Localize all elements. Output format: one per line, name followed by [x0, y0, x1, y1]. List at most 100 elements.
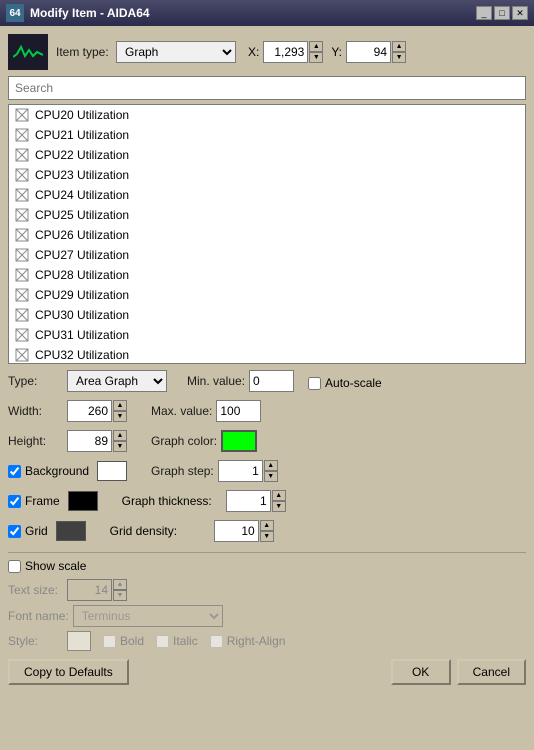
height-input[interactable] [67, 430, 112, 452]
frame-color-swatch[interactable] [68, 491, 98, 511]
y-spinner[interactable]: ▲ ▼ [346, 41, 406, 63]
list-item[interactable]: CPU20 Utilization [9, 105, 525, 125]
height-graphcolor-row: Height: ▲ ▼ Graph color: [8, 430, 526, 456]
min-value-label: Min. value: [187, 374, 245, 388]
item-label: CPU32 Utilization [35, 348, 129, 362]
font-name-label: Font name: [8, 609, 69, 623]
height-up-button[interactable]: ▲ [113, 430, 127, 441]
max-value-form-row: Max. value: [151, 400, 261, 422]
auto-scale-checkbox[interactable] [308, 377, 321, 390]
list-item[interactable]: CPU31 Utilization [9, 325, 525, 345]
list-item[interactable]: CPU25 Utilization [9, 205, 525, 225]
list-item[interactable]: CPU23 Utilization [9, 165, 525, 185]
graph-thickness-down-button[interactable]: ▼ [272, 501, 286, 512]
title-bar-left: 64 Modify Item - AIDA64 [6, 4, 150, 22]
grid-density-down-button[interactable]: ▼ [260, 531, 274, 542]
item-type-dropdown[interactable]: Graph Sensor Label [116, 41, 236, 63]
italic-checkbox [156, 635, 169, 648]
list-item[interactable]: CPU21 Utilization [9, 125, 525, 145]
list-item[interactable]: CPU27 Utilization [9, 245, 525, 265]
bold-checkbox-label: Bold [103, 634, 144, 648]
x-down-button[interactable]: ▼ [309, 52, 323, 63]
x-input[interactable] [263, 41, 308, 63]
title-bar-controls[interactable]: _ □ ✕ [476, 6, 528, 20]
width-maxval-row: Width: ▲ ▼ Max. value: [8, 400, 526, 426]
font-name-row: Font name: Terminus [8, 605, 526, 627]
list-item[interactable]: CPU22 Utilization [9, 145, 525, 165]
cancel-button[interactable]: Cancel [457, 659, 526, 685]
grid-density-up-button[interactable]: ▲ [260, 520, 274, 531]
height-down-button[interactable]: ▼ [113, 441, 127, 452]
main-window: Item type: Graph Sensor Label X: ▲ ▼ Y: … [0, 26, 534, 750]
separator [8, 552, 526, 553]
height-form-row: Height: ▲ ▼ [8, 430, 127, 452]
title-bar: 64 Modify Item - AIDA64 _ □ ✕ [0, 0, 534, 26]
search-input[interactable] [8, 76, 526, 100]
width-down-button[interactable]: ▼ [113, 411, 127, 422]
width-input[interactable] [67, 400, 112, 422]
background-graphstep-row: Background Graph step: ▲ ▼ [8, 460, 526, 486]
maximize-button[interactable]: □ [494, 6, 510, 20]
grid-checkbox-label[interactable]: Grid [8, 524, 48, 538]
width-up-button[interactable]: ▲ [113, 400, 127, 411]
list-item[interactable]: CPU28 Utilization [9, 265, 525, 285]
minimize-button[interactable]: _ [476, 6, 492, 20]
ok-button[interactable]: OK [391, 659, 451, 685]
graph-step-spinner[interactable]: ▲ ▼ [218, 460, 278, 482]
grid-density-spinner[interactable]: ▲ ▼ [214, 520, 274, 542]
x-up-button[interactable]: ▲ [309, 41, 323, 52]
item-icon-cpu20 [13, 107, 31, 123]
graph-step-label: Graph step: [151, 464, 214, 478]
max-value-input[interactable] [216, 400, 261, 422]
list-item[interactable]: CPU26 Utilization [9, 225, 525, 245]
window-title: Modify Item - AIDA64 [30, 6, 150, 20]
width-spinner[interactable]: ▲ ▼ [67, 400, 127, 422]
show-scale-checkbox[interactable] [8, 560, 21, 573]
list-item[interactable]: CPU32 Utilization [9, 345, 525, 364]
item-label: CPU26 Utilization [35, 228, 129, 242]
graph-step-down-button[interactable]: ▼ [264, 471, 278, 482]
graph-thickness-input[interactable] [226, 490, 271, 512]
y-input[interactable] [346, 41, 391, 63]
background-checkbox[interactable] [8, 465, 21, 478]
show-scale-checkbox-label[interactable]: Show scale [8, 559, 86, 573]
grid-color-swatch[interactable] [56, 521, 86, 541]
width-label: Width: [8, 404, 63, 418]
graph-step-input[interactable] [218, 460, 263, 482]
grid-label: Grid [25, 524, 48, 538]
graph-step-up-button[interactable]: ▲ [264, 460, 278, 471]
text-size-row: Text size: ▲ ▼ [8, 579, 526, 601]
bold-checkbox [103, 635, 116, 648]
frame-checkbox-label[interactable]: Frame [8, 494, 60, 508]
list-item[interactable]: CPU24 Utilization [9, 185, 525, 205]
y-down-button[interactable]: ▼ [392, 52, 406, 63]
max-value-label: Max. value: [151, 404, 212, 418]
copy-defaults-button[interactable]: Copy to Defaults [8, 659, 129, 685]
graph-thickness-up-button[interactable]: ▲ [272, 490, 286, 501]
item-icon-cpu31 [13, 327, 31, 343]
min-value-input[interactable] [249, 370, 294, 392]
list-item[interactable]: CPU29 Utilization [9, 285, 525, 305]
frame-checkbox[interactable] [8, 495, 21, 508]
background-color-swatch[interactable] [97, 461, 127, 481]
item-icon-cpu32 [13, 347, 31, 363]
x-spinner[interactable]: ▲ ▼ [263, 41, 323, 63]
height-spinner[interactable]: ▲ ▼ [67, 430, 127, 452]
frame-graphthickness-row: Frame Graph thickness: ▲ ▼ [8, 490, 526, 516]
type-dropdown[interactable]: Area Graph Line Graph Bar Graph [67, 370, 167, 392]
background-checkbox-label[interactable]: Background [8, 464, 89, 478]
grid-density-input[interactable] [214, 520, 259, 542]
graph-thickness-form-row: Graph thickness: ▲ ▼ [122, 490, 286, 512]
y-label: Y: [331, 45, 342, 59]
item-label: CPU29 Utilization [35, 288, 129, 302]
graph-thickness-spinner[interactable]: ▲ ▼ [226, 490, 286, 512]
x-label: X: [248, 45, 259, 59]
list-item[interactable]: CPU30 Utilization [9, 305, 525, 325]
graph-color-button[interactable] [221, 430, 257, 452]
close-button[interactable]: ✕ [512, 6, 528, 20]
items-list[interactable]: CPU20 Utilization CPU21 Utilization CPU2… [8, 104, 526, 364]
item-icon-cpu21 [13, 127, 31, 143]
y-up-button[interactable]: ▲ [392, 41, 406, 52]
style-label: Style: [8, 634, 63, 648]
grid-checkbox[interactable] [8, 525, 21, 538]
